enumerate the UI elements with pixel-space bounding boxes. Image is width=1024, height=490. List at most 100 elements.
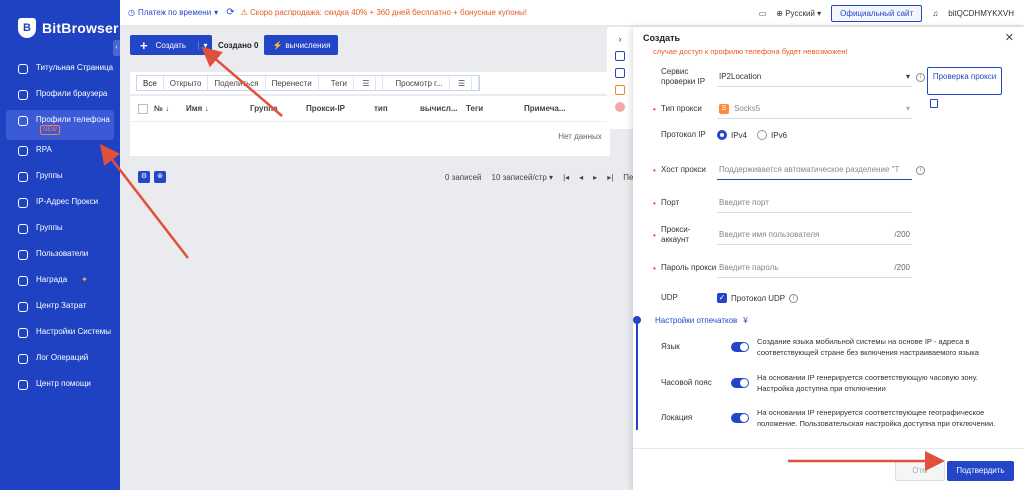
port-input[interactable]: Введите порт: [717, 193, 912, 213]
chevron-down-icon: ▾: [214, 8, 219, 17]
column-name[interactable]: Имя ↓: [180, 104, 244, 113]
app-name: BitBrowser: [42, 20, 119, 36]
wallet-icon: [18, 302, 28, 312]
columns-icon[interactable]: ⊗: [154, 171, 166, 183]
filter-bar: Все Открыто Поделиться Перенести Теги ☰ …: [130, 72, 610, 94]
no-data-text: Нет данных: [558, 132, 602, 141]
sidebar-item-groups[interactable]: Группы: [0, 166, 120, 192]
calc-label: вычисления: [285, 40, 331, 50]
rpa-icon: [18, 146, 28, 156]
app-logo[interactable]: B BitBrowser: [0, 0, 120, 42]
create-button[interactable]: + Создать ▾: [130, 35, 212, 55]
plus-icon: +: [140, 37, 148, 53]
sidebar-item-groups-2[interactable]: Группы: [0, 218, 120, 244]
settings-icon[interactable]: ⚙: [138, 171, 150, 183]
sidebar-collapse-button[interactable]: ‹: [113, 40, 120, 56]
sidebar-item-browser-profiles[interactable]: Профили браузера: [0, 84, 120, 110]
timezone-toggle[interactable]: [731, 378, 749, 388]
column-calc: вычисл...: [420, 104, 458, 113]
create-dropdown-chevron-icon[interactable]: ▾: [198, 40, 212, 50]
udp-checkbox[interactable]: ✓: [717, 293, 727, 303]
bell-icon[interactable]: ♫: [932, 9, 938, 18]
sidebar-item-phone-profiles[interactable]: Профили телефонаNEW: [6, 110, 114, 140]
ip-service-value: IP2Location: [719, 72, 762, 81]
per-page-select[interactable]: 10 записей/стр ▾: [492, 173, 554, 182]
window-icon[interactable]: [615, 51, 625, 61]
confirm-button[interactable]: Подтвердить: [947, 461, 1014, 481]
column-label: №: [154, 104, 163, 113]
sidebar-item-home[interactable]: Титульная Страница: [0, 58, 120, 84]
filter-tab-open[interactable]: Открыто: [164, 76, 209, 90]
table-header: № ↓ Имя ↓ Группа Прокси-IP тип вычисл...…: [130, 96, 610, 122]
language-toggle[interactable]: [731, 342, 749, 352]
char-counter: /200: [894, 230, 910, 239]
port-row: • Порт Введите порт: [653, 193, 912, 213]
sidebar-item-rpa[interactable]: RPA: [0, 140, 120, 166]
chevron-right-icon[interactable]: ›: [615, 34, 625, 44]
caret-down-icon: ▾: [905, 104, 910, 113]
prev-page-icon[interactable]: ◂: [579, 173, 583, 182]
calc-button[interactable]: ⚡ вычисления: [264, 35, 339, 55]
sidebar-item-users[interactable]: Пользователи: [0, 244, 120, 270]
proxy-type-label: Тип прокси: [661, 104, 702, 113]
filter-tab-transfer[interactable]: Перенести: [266, 76, 319, 90]
filter-tab-shared[interactable]: Поделиться: [208, 76, 266, 90]
section-timeline: [636, 320, 638, 430]
filter-tab-tags[interactable]: Теги ☰: [319, 76, 384, 90]
official-site-button[interactable]: Официальный сайт: [831, 5, 923, 22]
monitor-icon[interactable]: [615, 68, 625, 78]
proxy-type-select[interactable]: S Socks5 ▾: [717, 99, 912, 119]
phone-icon: [18, 116, 28, 126]
proxy-password-input[interactable]: Введите пароль/200: [717, 258, 912, 278]
promo-banner[interactable]: ⚠ Скоро распродажа: скидка 40% + 360 дне…: [241, 8, 527, 17]
language-row: Язык Создание языка мобильной системы на…: [653, 336, 1012, 358]
proxy-account-input[interactable]: Введите имя пользователя/200: [717, 225, 912, 245]
sidebar-item-operation-log[interactable]: Лог Операций: [0, 348, 120, 374]
next-page-icon[interactable]: ▸: [593, 173, 597, 182]
filter-icon: ☰: [356, 77, 377, 90]
column-number[interactable]: № ↓: [148, 104, 180, 113]
sidebar-item-cost-center[interactable]: Центр Затрат: [0, 296, 120, 322]
sidebar-item-label: Группы: [36, 223, 63, 232]
chat-icon[interactable]: [615, 85, 625, 95]
payment-mode-dropdown[interactable]: ◷ Платеж по времени ▾: [128, 8, 218, 17]
info-icon[interactable]: i: [789, 293, 799, 303]
first-page-icon[interactable]: |◂: [563, 173, 569, 182]
column-label: Имя: [186, 104, 203, 113]
cancel-button[interactable]: Отм: [895, 461, 945, 481]
sidebar-item-proxy-ip[interactable]: IP-Адрес Прокси: [0, 192, 120, 218]
location-toggle[interactable]: [731, 413, 749, 423]
ipv4-radio[interactable]: [717, 130, 727, 140]
column-proxy-ip: Прокси-IP: [306, 104, 346, 113]
close-icon[interactable]: ✕: [1005, 31, 1014, 44]
clock-icon: ◷: [128, 8, 135, 17]
record-icon[interactable]: [615, 102, 625, 112]
copy-icon[interactable]: [930, 99, 938, 108]
mini-toolbar: ›: [607, 27, 633, 129]
filter-tab-all[interactable]: Все: [137, 76, 164, 90]
port-placeholder: Введите порт: [719, 198, 769, 207]
sidebar-item-reward[interactable]: Награда ✦: [0, 270, 120, 296]
sidebar-item-system-settings[interactable]: Настройки Системы: [0, 322, 120, 348]
section-timeline-dot: [633, 316, 641, 324]
info-icon[interactable]: i: [916, 165, 925, 175]
sidebar-item-label: IP-Адрес Прокси: [36, 197, 99, 206]
select-all-checkbox[interactable]: [138, 103, 148, 114]
proxy-password-label: Пароль прокси: [661, 263, 717, 272]
ipv6-radio[interactable]: [757, 130, 768, 140]
filter-tab-tags-label: Теги: [324, 77, 354, 90]
check-proxy-button[interactable]: Проверка прокси: [927, 67, 1002, 95]
user-menu[interactable]: bitQCDHMYKXVH: [948, 9, 1014, 18]
ip-service-select[interactable]: IP2Location ▾: [717, 67, 912, 87]
users-icon: [18, 250, 28, 260]
sidebar-item-help-center[interactable]: Центр помощи: [0, 374, 120, 400]
info-icon[interactable]: i: [916, 72, 925, 82]
language-dropdown[interactable]: ⊕ Русский ▾: [776, 9, 821, 18]
last-page-icon[interactable]: ▸|: [607, 173, 613, 182]
log-icon: [18, 354, 28, 364]
refresh-icon[interactable]: ⟳: [226, 7, 234, 18]
filter-tab-view[interactable]: Просмотр г... ☰: [383, 76, 480, 90]
proxy-host-input[interactable]: Поддерживается автоматическое разделение…: [717, 160, 912, 180]
fingerprint-section-toggle[interactable]: Настройки отпечатков ¥: [655, 316, 748, 325]
monitor-icon[interactable]: ▭: [759, 9, 767, 18]
